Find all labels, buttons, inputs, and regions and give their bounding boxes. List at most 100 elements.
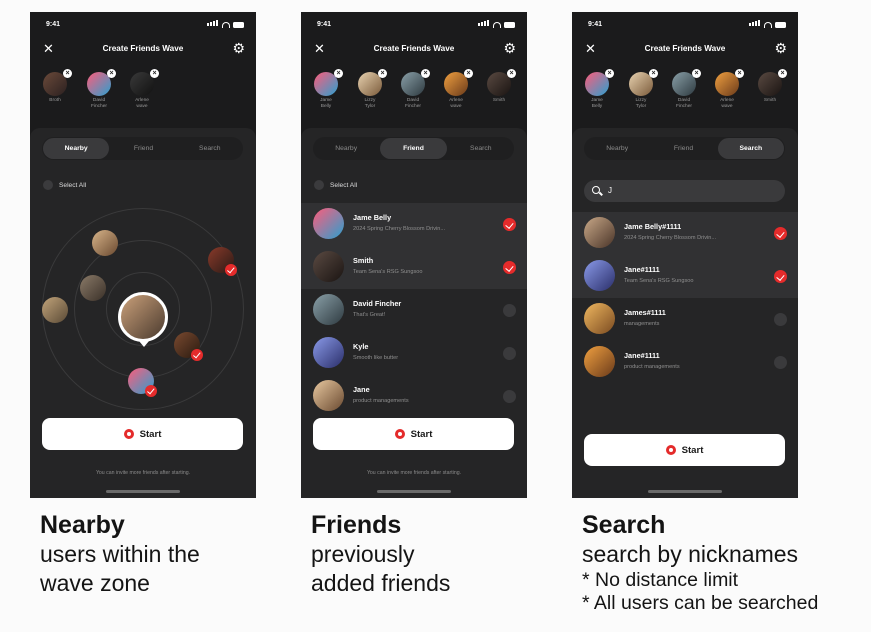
checkbox[interactable]	[503, 218, 516, 231]
remove-icon[interactable]: ×	[150, 69, 159, 78]
caption-line: previously	[311, 541, 415, 567]
avatar	[313, 208, 344, 239]
start-label: Start	[681, 444, 704, 456]
nearby-user[interactable]	[128, 368, 157, 397]
caption-line: added friends	[311, 570, 451, 596]
status-bar: 9:41	[572, 12, 798, 36]
select-all-checkbox[interactable]	[314, 180, 324, 190]
remove-icon[interactable]: ×	[735, 69, 744, 78]
tab-nearby[interactable]: Nearby	[43, 138, 110, 159]
checkbox[interactable]	[774, 227, 787, 240]
nearby-user[interactable]	[208, 247, 237, 276]
caption-title: Search	[582, 511, 666, 539]
caption-line: wave zone	[40, 570, 150, 596]
checkbox[interactable]	[774, 270, 787, 283]
selected-avatar[interactable]: × David Fincher	[86, 69, 116, 110]
checkbox[interactable]	[774, 356, 787, 369]
selected-avatar[interactable]: × David Fincher	[671, 69, 701, 110]
page-title: Create Friends Wave	[644, 44, 726, 53]
remove-icon[interactable]: ×	[107, 69, 116, 78]
invite-hint: You can invite more friends after starti…	[95, 470, 191, 476]
list-item[interactable]: Jane#1111 product managements	[572, 341, 798, 384]
remove-icon[interactable]: ×	[464, 69, 473, 78]
tab-bar: Nearby Friend Search	[584, 137, 785, 160]
tab-search[interactable]: Search	[448, 137, 514, 160]
tab-friend[interactable]: Friend	[650, 137, 716, 160]
remove-icon[interactable]: ×	[778, 69, 787, 78]
checkbox[interactable]	[774, 313, 787, 326]
start-button[interactable]: Start	[313, 418, 514, 450]
remove-icon[interactable]: ×	[63, 69, 72, 78]
select-all[interactable]: Select All	[314, 180, 357, 190]
nav-bar: ✕ Create Friends Wave ⚙	[301, 40, 527, 60]
selected-avatar[interactable]: × Lizzy Tylor	[628, 69, 658, 110]
wifi-icon	[493, 22, 501, 28]
gear-icon[interactable]: ⚙	[503, 40, 516, 56]
list-item[interactable]: Jane product managements	[301, 375, 527, 418]
checkbox[interactable]	[503, 261, 516, 274]
checkbox[interactable]	[503, 304, 516, 317]
nearby-user[interactable]	[42, 297, 68, 323]
caption-note: * No distance limit	[582, 569, 739, 591]
list-item[interactable]: Kyle Smooth like butter	[301, 332, 527, 375]
start-button[interactable]: Start	[42, 418, 243, 450]
tab-nearby[interactable]: Nearby	[584, 137, 650, 160]
list-item[interactable]: Smith Team Sena's RSG Sungsoo	[301, 246, 527, 289]
start-button[interactable]: Start	[584, 434, 785, 466]
caption-title: Nearby	[40, 511, 125, 539]
selected-avatar[interactable]: × Smith	[486, 69, 516, 104]
nearby-user[interactable]	[92, 230, 118, 256]
selected-avatar[interactable]: × Broth	[42, 69, 72, 104]
selected-avatar[interactable]: × David Fincher	[400, 69, 430, 110]
friends-screen: 9:41 ✕ Create Friends Wave ⚙ × Jame Belly…	[301, 12, 527, 498]
list-item[interactable]: Jame Belly 2024 Spring Cherry Blossom Dri…	[301, 203, 527, 246]
search-icon	[592, 186, 600, 194]
wifi-icon	[222, 22, 230, 28]
remove-icon[interactable]: ×	[605, 69, 614, 78]
remove-icon[interactable]: ×	[507, 69, 516, 78]
selected-avatar[interactable]: × Lizzy Tylor	[357, 69, 387, 110]
selected-avatar[interactable]: × Arlene wave	[714, 69, 744, 110]
nearby-user[interactable]	[80, 275, 106, 301]
tab-nearby[interactable]: Nearby	[313, 137, 379, 160]
remove-icon[interactable]: ×	[421, 69, 430, 78]
checked-icon	[225, 264, 237, 276]
selected-avatar[interactable]: × Arlene wave	[129, 69, 159, 110]
status-bar: 9:41	[30, 12, 256, 36]
checkbox[interactable]	[503, 390, 516, 403]
checked-icon	[191, 349, 203, 361]
tab-friend[interactable]: Friend	[110, 137, 176, 160]
remove-icon[interactable]: ×	[692, 69, 701, 78]
list-item[interactable]: Jane#1111 Team Sena's RSG Sungsoo	[572, 255, 798, 298]
remove-icon[interactable]: ×	[649, 69, 658, 78]
checkbox[interactable]	[503, 347, 516, 360]
tab-friend[interactable]: Friend	[380, 138, 447, 159]
select-all[interactable]: Select All	[43, 180, 86, 190]
selected-avatar[interactable]: × Jame Belly	[584, 69, 614, 110]
list-item[interactable]: Jame Belly#1111 2024 Spring Cherry Blosso…	[572, 212, 798, 255]
page-title: Create Friends Wave	[373, 44, 455, 53]
select-all-checkbox[interactable]	[43, 180, 53, 190]
record-icon	[665, 445, 676, 455]
record-icon	[394, 429, 405, 439]
caption-friends: Friends previously added friends	[311, 510, 450, 598]
checked-icon	[145, 385, 157, 397]
selected-avatar[interactable]: × Smith	[757, 69, 787, 104]
gear-icon[interactable]: ⚙	[774, 40, 787, 56]
remove-icon[interactable]: ×	[378, 69, 387, 78]
search-query: J	[608, 186, 612, 195]
select-all-label: Select All	[59, 181, 87, 189]
battery-icon	[775, 22, 786, 28]
list-item[interactable]: James#1111 managements	[572, 298, 798, 341]
avatar	[584, 217, 615, 248]
nearby-user[interactable]	[174, 332, 203, 361]
search-input[interactable]: J	[584, 180, 785, 202]
home-indicator	[377, 490, 451, 493]
remove-icon[interactable]: ×	[334, 69, 343, 78]
selected-avatar[interactable]: × Jame Belly	[313, 69, 343, 110]
list-item[interactable]: David Fincher That's Great!	[301, 289, 527, 332]
selected-avatar[interactable]: × Arlene wave	[443, 69, 473, 110]
gear-icon[interactable]: ⚙	[232, 40, 245, 56]
tab-search[interactable]: Search	[717, 138, 784, 159]
tab-search[interactable]: Search	[177, 137, 243, 160]
